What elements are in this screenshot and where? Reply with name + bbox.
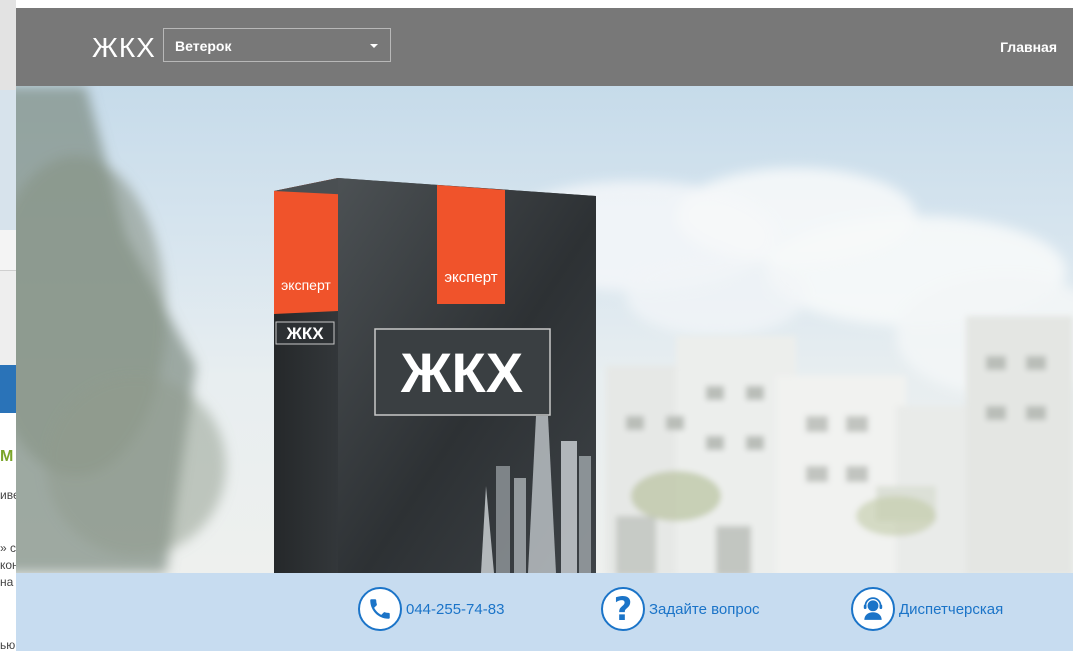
box-side-brand-text: ЖКХ [285, 324, 324, 343]
contact-question[interactable]: ? Задайте вопрос [601, 586, 760, 632]
background-window-toolbar [0, 270, 16, 366]
contact-dispatcher[interactable]: Диспетчерская [851, 586, 1003, 632]
background-text-fragment: » с [0, 541, 16, 555]
contact-phone[interactable]: 044-255-74-83 [358, 586, 504, 632]
background-text-fragment: М [0, 448, 14, 465]
contact-question-label: Задайте вопрос [649, 600, 760, 618]
site-logo[interactable]: ЖКХ [92, 32, 156, 64]
box-side-ribbon-text: эксперт [281, 277, 331, 293]
question-icon: ? [601, 587, 645, 631]
box-brand-text: ЖКХ [400, 341, 523, 404]
background-window-content: М иве » с кон на ью [0, 413, 16, 651]
background-text-fragment: ью [0, 638, 16, 651]
background-text-fragment: иве [0, 488, 16, 502]
house-select-value: Ветерок [175, 38, 232, 54]
house-select[interactable]: Ветерок [163, 28, 391, 62]
buildings [606, 316, 1073, 573]
app-window: ЖКХ Ветерок Главная эксперт эксперт ЖКХ … [16, 8, 1073, 651]
phone-icon [358, 587, 402, 631]
nav-home-link[interactable]: Главная [1000, 39, 1057, 55]
dispatcher-icon [851, 587, 895, 631]
background-text-fragment: кон [0, 558, 16, 572]
chevron-down-icon [370, 44, 378, 48]
background-window-nav-bar [0, 365, 16, 413]
box-ribbon-text: эксперт [444, 269, 497, 286]
background-window: М иве » с кон на ью [0, 0, 16, 651]
site-header: ЖКХ Ветерок Главная [16, 8, 1073, 86]
background-window-image [0, 90, 16, 230]
hero-banner: эксперт эксперт ЖКХ ЖКХ [16, 86, 1073, 573]
tree-left [16, 86, 226, 573]
hero-image: эксперт эксперт ЖКХ ЖКХ [16, 86, 1073, 573]
contact-bar: 044-255-74-83 ? Задайте вопрос Диспетчер… [16, 573, 1073, 651]
contact-phone-label: 044-255-74-83 [406, 600, 505, 618]
background-text-fragment: на [0, 575, 14, 589]
background-window-header [0, 0, 16, 90]
contact-dispatcher-label: Диспетчерская [899, 600, 1004, 618]
